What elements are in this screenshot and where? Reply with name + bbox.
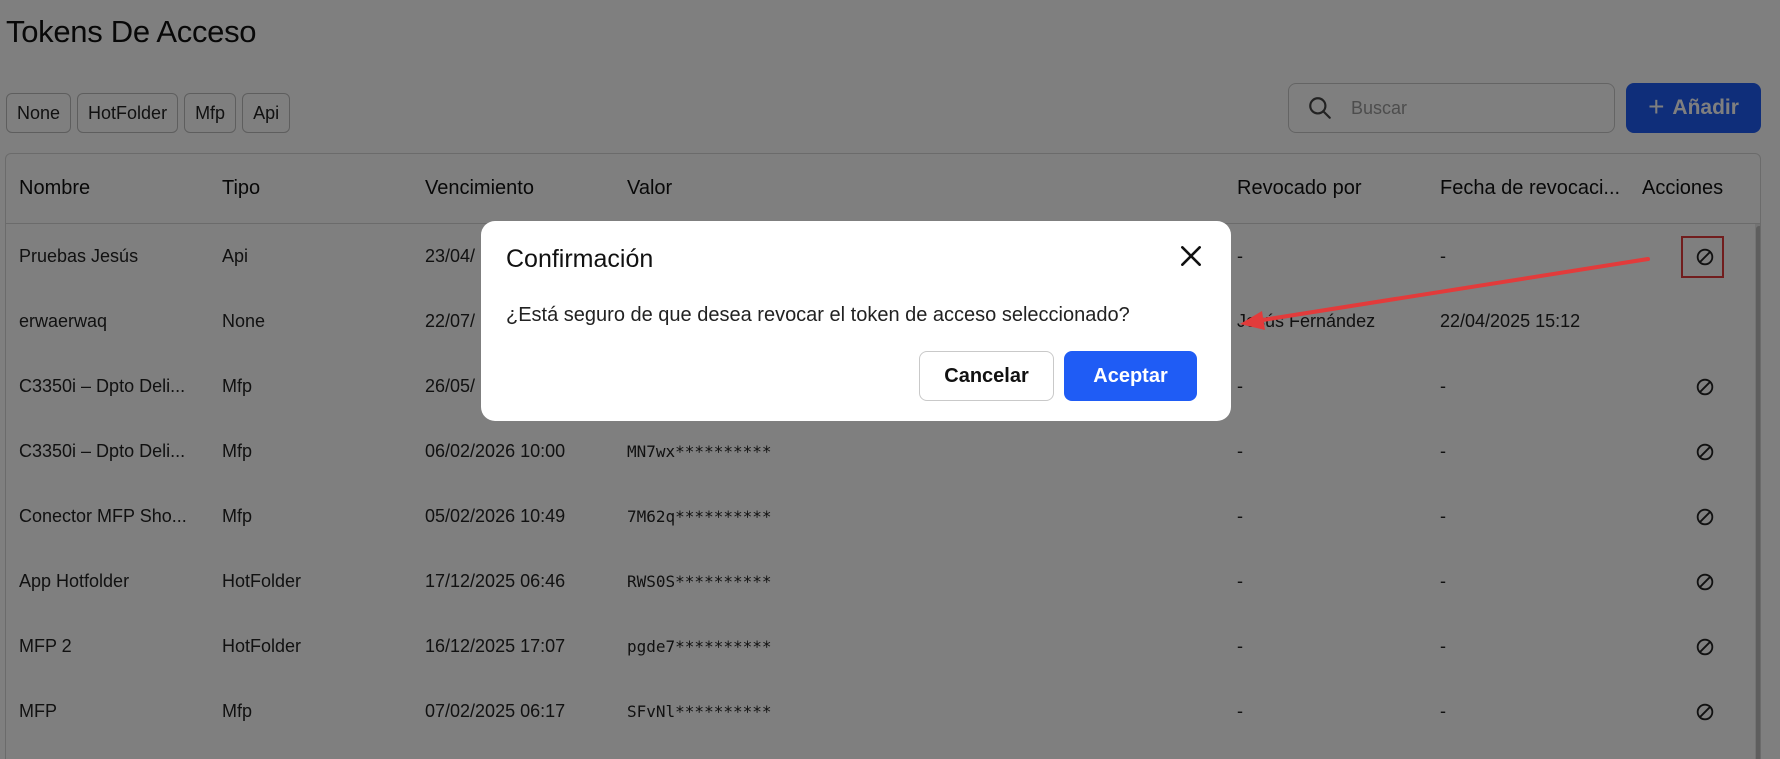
cancel-button[interactable]: Cancelar — [919, 351, 1054, 401]
accept-button[interactable]: Aceptar — [1064, 351, 1197, 401]
dialog-title: Confirmación — [506, 245, 654, 273]
confirmation-dialog: Confirmación ¿Está seguro de que desea r… — [481, 221, 1231, 421]
close-icon[interactable] — [1178, 243, 1204, 269]
dialog-message: ¿Está seguro de que desea revocar el tok… — [506, 304, 1130, 326]
